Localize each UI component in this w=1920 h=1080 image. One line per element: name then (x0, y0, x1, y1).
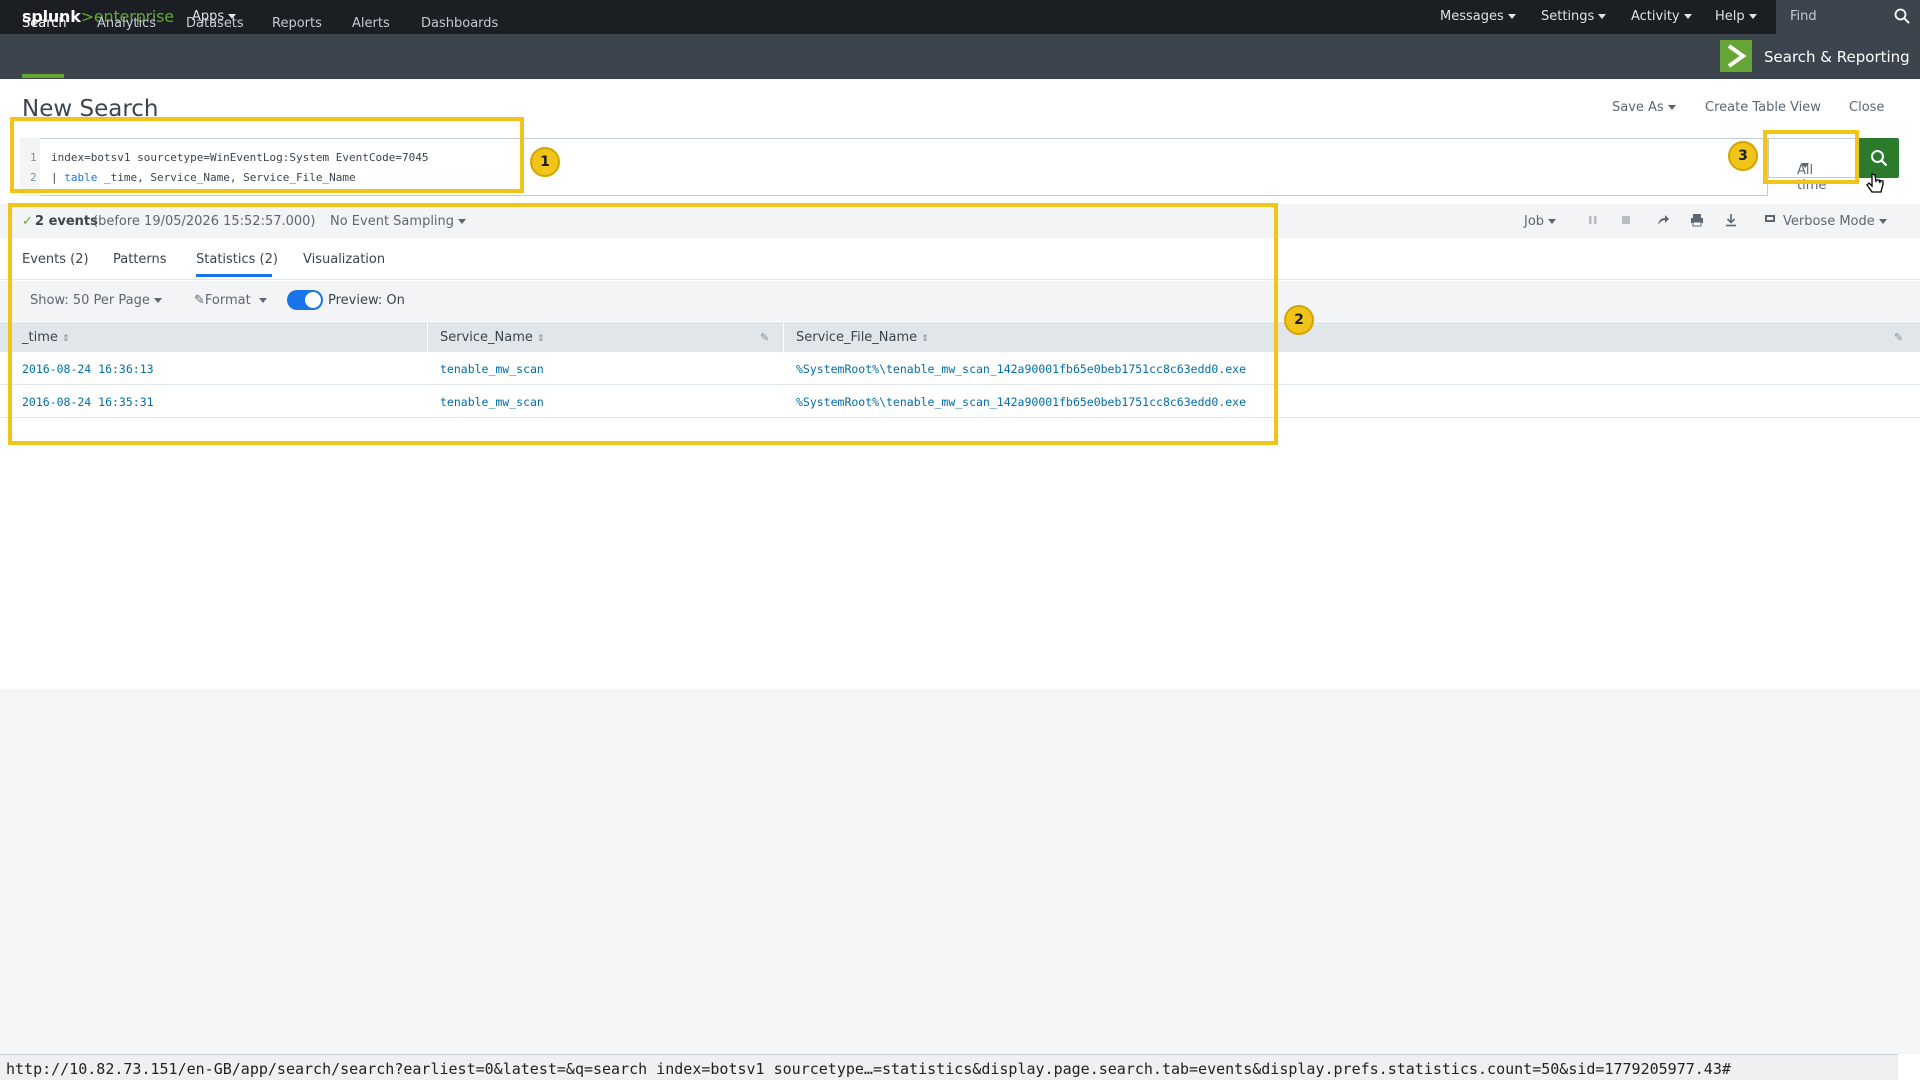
search-icon (1871, 150, 1888, 167)
close-button[interactable]: Close (1849, 100, 1884, 115)
tab-dashboards[interactable]: Dashboards (421, 16, 498, 31)
tab-datasets[interactable]: Datasets (186, 16, 244, 31)
active-tab-indicator (22, 74, 64, 78)
pencil-icon[interactable]: ✎ (1894, 331, 1903, 344)
tab-search[interactable]: Search (22, 16, 67, 31)
save-as-label: Save As (1612, 100, 1664, 115)
create-table-view-button[interactable]: Create Table View (1705, 100, 1821, 115)
find-placeholder: Find (1790, 9, 1817, 24)
empty-results-area (0, 689, 1920, 1054)
search-icon[interactable] (1894, 8, 1910, 24)
app-bar (0, 34, 1920, 79)
job-label: Job (1524, 214, 1545, 229)
tab-analytics[interactable]: Analytics (97, 16, 156, 31)
chevron-down-icon (1548, 219, 1557, 224)
mode-label: Verbose Mode (1783, 214, 1875, 229)
chevron-down-icon (1667, 105, 1676, 110)
search-mode-dropdown[interactable]: Verbose Mode (1783, 214, 1887, 229)
download-icon[interactable] (1724, 213, 1738, 227)
share-icon[interactable] (1656, 213, 1670, 227)
app-title[interactable]: Search & Reporting (1764, 48, 1910, 66)
annotation-box-3 (1763, 130, 1859, 184)
chevron-down-icon (1748, 14, 1757, 19)
tab-alerts[interactable]: Alerts (352, 16, 390, 31)
chevron-down-icon (1683, 14, 1692, 19)
settings-menu[interactable]: Settings (1541, 9, 1607, 24)
messages-menu[interactable]: Messages (1440, 9, 1516, 24)
chevron-right-icon (1727, 44, 1747, 68)
annotation-badge-2: 2 (1284, 305, 1314, 335)
tab-reports[interactable]: Reports (272, 16, 322, 31)
browser-status-url: http://10.82.73.151/en-GB/app/search/sea… (0, 1054, 1898, 1080)
chevron-down-icon (1598, 14, 1607, 19)
annotation-box-1 (10, 117, 524, 193)
app-icon[interactable] (1720, 40, 1752, 72)
pause-icon[interactable] (1587, 214, 1599, 226)
activity-menu[interactable]: Activity (1631, 9, 1692, 24)
annotation-box-2 (8, 203, 1278, 445)
messages-label: Messages (1440, 9, 1504, 24)
annotation-badge-1: 1 (530, 147, 560, 177)
mode-icon (1765, 215, 1775, 222)
help-label: Help (1715, 9, 1745, 24)
find-input[interactable]: Find (1776, 0, 1920, 34)
chevron-down-icon (1507, 14, 1516, 19)
print-icon[interactable] (1690, 213, 1704, 227)
save-as-button[interactable]: Save As (1612, 100, 1676, 115)
settings-label: Settings (1541, 9, 1595, 24)
annotation-badge-3: 3 (1728, 141, 1758, 171)
stop-icon[interactable] (1620, 214, 1632, 226)
chevron-down-icon (1878, 219, 1887, 224)
activity-label: Activity (1631, 9, 1680, 24)
status-url-text: http://10.82.73.151/en-GB/app/search/sea… (6, 1060, 1731, 1078)
help-menu[interactable]: Help (1715, 9, 1757, 24)
job-menu[interactable]: Job (1524, 214, 1557, 229)
cursor-icon (1866, 173, 1884, 193)
